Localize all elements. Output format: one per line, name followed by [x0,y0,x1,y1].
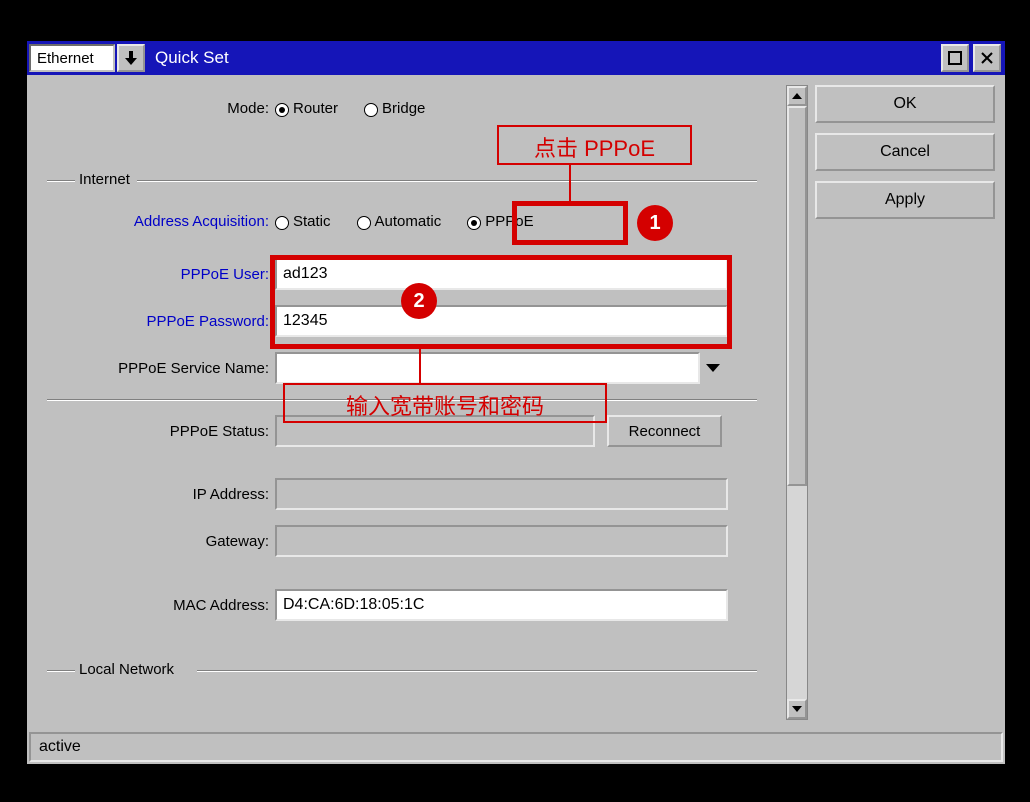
group-line [197,670,757,672]
annotation-click-pppoe: 点击 PPPoE [497,131,692,163]
titlebar: Ethernet Quick Set [27,41,1005,75]
mac-address-input[interactable]: D4:CA:6D:18:05:1C [275,589,728,621]
addr-automatic-text: Automatic [375,213,442,230]
scroll-up-button[interactable] [787,86,807,106]
mode-label: Mode: [37,100,275,117]
scroll-thumb[interactable] [787,106,807,486]
minimize-icon [948,51,962,65]
addr-automatic-radio[interactable]: Automatic [357,213,442,230]
address-acquisition-label: Address Acquisition: [37,213,275,230]
mode-router-radio[interactable]: Router [275,100,338,117]
apply-label: Apply [885,191,925,209]
status-bar: active [29,732,1003,762]
triangle-down-icon [792,706,802,712]
annotation-enter-account: 输入宽带账号和密码 [283,389,607,421]
group-line [47,180,77,182]
vertical-scrollbar[interactable] [786,85,808,720]
pppoe-password-label: PPPoE Password: [37,313,275,330]
pppoe-status-label: PPPoE Status: [37,423,275,440]
reconnect-button[interactable]: Reconnect [607,415,722,447]
down-arrow-icon [125,51,137,65]
local-network-group-label: Local Network [75,661,178,678]
apply-button[interactable]: Apply [815,181,995,219]
radio-icon [275,103,289,117]
mac-address-value: D4:CA:6D:18:05:1C [283,596,424,614]
internet-group-label: Internet [75,171,134,188]
annotation-badge-2: 2 [401,283,437,319]
annotation-badge-1: 1 [637,205,673,241]
pppoe-servicename-label: PPPoE Service Name: [37,360,275,377]
mode-combo-dropdown-button[interactable] [117,44,145,72]
reconnect-label: Reconnect [629,423,701,440]
radio-icon [357,216,371,230]
group-line [47,670,77,672]
right-button-bar: OK Cancel Apply [815,85,995,219]
window-title: Quick Set [155,48,229,68]
mac-address-label: MAC Address: [37,597,275,614]
close-button[interactable] [973,44,1001,72]
servicename-dropdown-toggle[interactable] [700,352,726,384]
mode-combo-value: Ethernet [37,50,94,67]
ok-button[interactable]: OK [815,85,995,123]
scroll-down-button[interactable] [787,699,807,719]
pppoe-servicename-input[interactable] [275,352,700,384]
ip-address-field [275,478,728,510]
annotation-pppoe-highlight [512,201,628,245]
status-text: active [39,738,81,755]
mode-bridge-radio[interactable]: Bridge [364,100,425,117]
radio-icon [364,103,378,117]
mode-router-text: Router [293,100,338,117]
annotation-connector [569,165,571,201]
radio-icon [275,216,289,230]
pppoe-user-label: PPPoE User: [37,266,275,283]
close-icon [980,51,994,65]
annotation-credentials-highlight [270,255,732,349]
radio-icon [467,216,481,230]
ip-address-label: IP Address: [37,486,275,503]
cancel-button[interactable]: Cancel [815,133,995,171]
gateway-label: Gateway: [37,533,275,550]
addr-static-radio[interactable]: Static [275,213,331,230]
annotation-connector [419,349,421,383]
addr-static-text: Static [293,213,331,230]
mode-bridge-text: Bridge [382,100,425,117]
triangle-up-icon [792,93,802,99]
group-line [137,180,757,182]
triangle-down-icon [706,364,720,372]
gateway-field [275,525,728,557]
mode-combo[interactable]: Ethernet [29,44,115,72]
minimize-button[interactable] [941,44,969,72]
cancel-label: Cancel [880,143,930,161]
ok-label: OK [893,95,916,113]
